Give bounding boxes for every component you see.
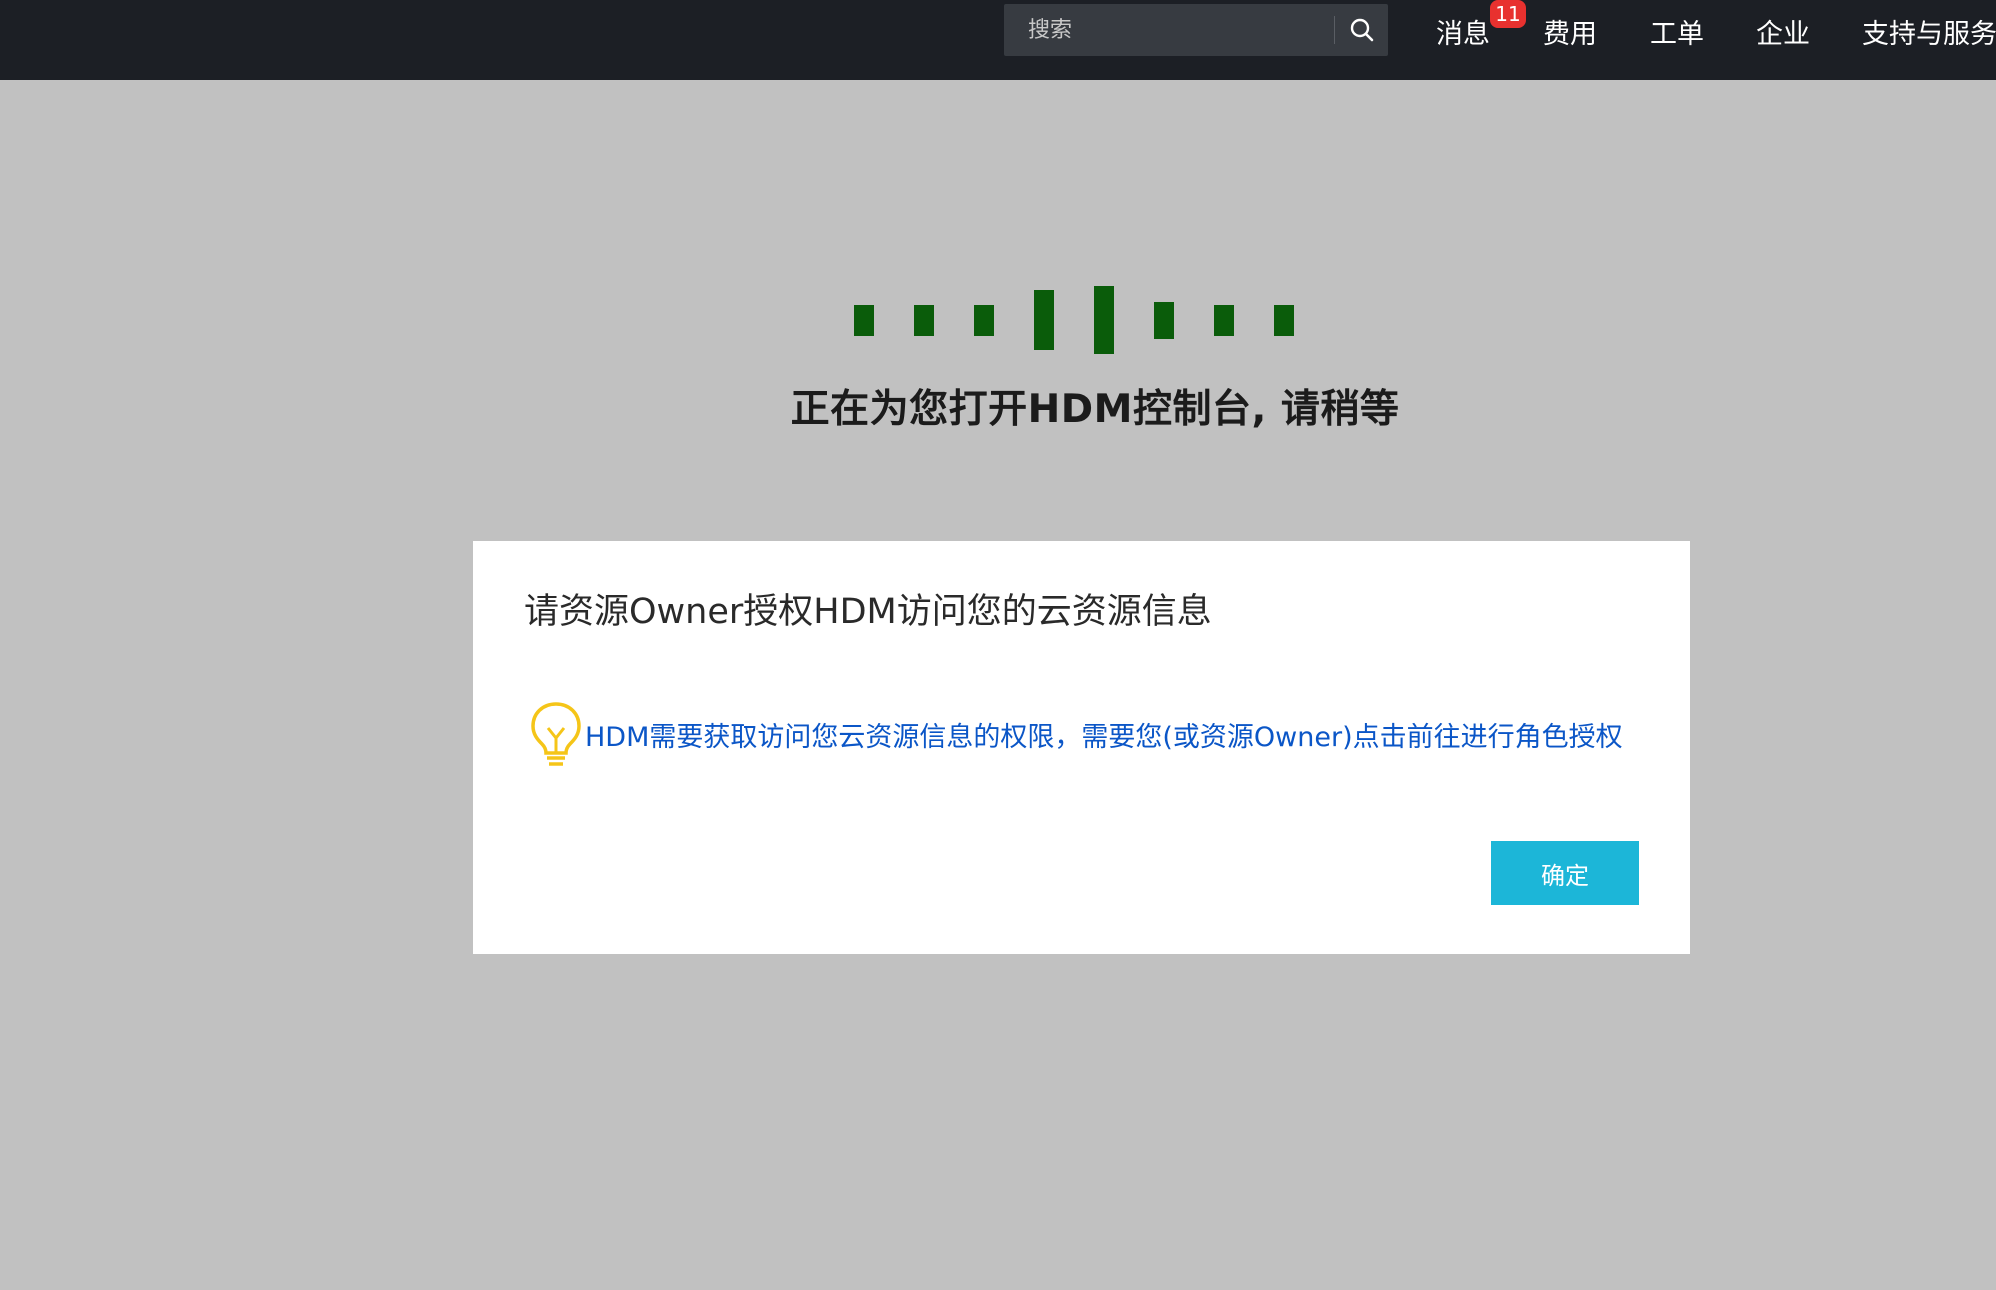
loader-bar <box>1154 302 1174 339</box>
loader-bar <box>1094 286 1114 354</box>
messages-count-badge: 11 <box>1490 0 1526 28</box>
authorization-dialog: 请资源Owner授权HDM访问您的云资源信息 HDM需要获取访问您云资源信息的权… <box>473 541 1690 954</box>
loader-bar <box>914 305 934 336</box>
nav-item-billing[interactable]: 费用 <box>1543 12 1597 51</box>
top-navigation-bar: 消息 11 费用 工单 企业 支持与服务 <box>0 0 1996 80</box>
search-input[interactable] <box>1004 4 1334 56</box>
nav-item-support[interactable]: 支持与服务 <box>1862 12 1996 51</box>
loader-bar <box>1034 290 1054 350</box>
dialog-message-text: HDM需要获取访问您云资源信息的权限，需要您(或资源Owner)点击前往进行角色… <box>585 721 1623 753</box>
search-box <box>1004 4 1388 56</box>
loading-message: 正在为您打开HDM控制台, 请稍等 <box>790 387 1400 432</box>
search-button[interactable] <box>1335 4 1388 56</box>
loader-bar <box>974 305 994 336</box>
loader-bar <box>854 305 874 336</box>
nav-item-tickets[interactable]: 工单 <box>1650 12 1704 51</box>
confirm-button[interactable]: 确定 <box>1491 841 1639 905</box>
nav-item-enterprise[interactable]: 企业 <box>1756 12 1810 51</box>
loader-bar <box>1214 305 1234 336</box>
search-icon <box>1350 18 1373 42</box>
loader-bar <box>1274 305 1294 336</box>
dialog-message-row: HDM需要获取访问您云资源信息的权限，需要您(或资源Owner)点击前往进行角色… <box>529 701 1623 767</box>
dialog-title: 请资源Owner授权HDM访问您的云资源信息 <box>524 592 1212 632</box>
nav-item-messages[interactable]: 消息 <box>1436 12 1490 51</box>
loading-spinner <box>850 286 1300 356</box>
lightbulb-icon <box>531 702 581 766</box>
